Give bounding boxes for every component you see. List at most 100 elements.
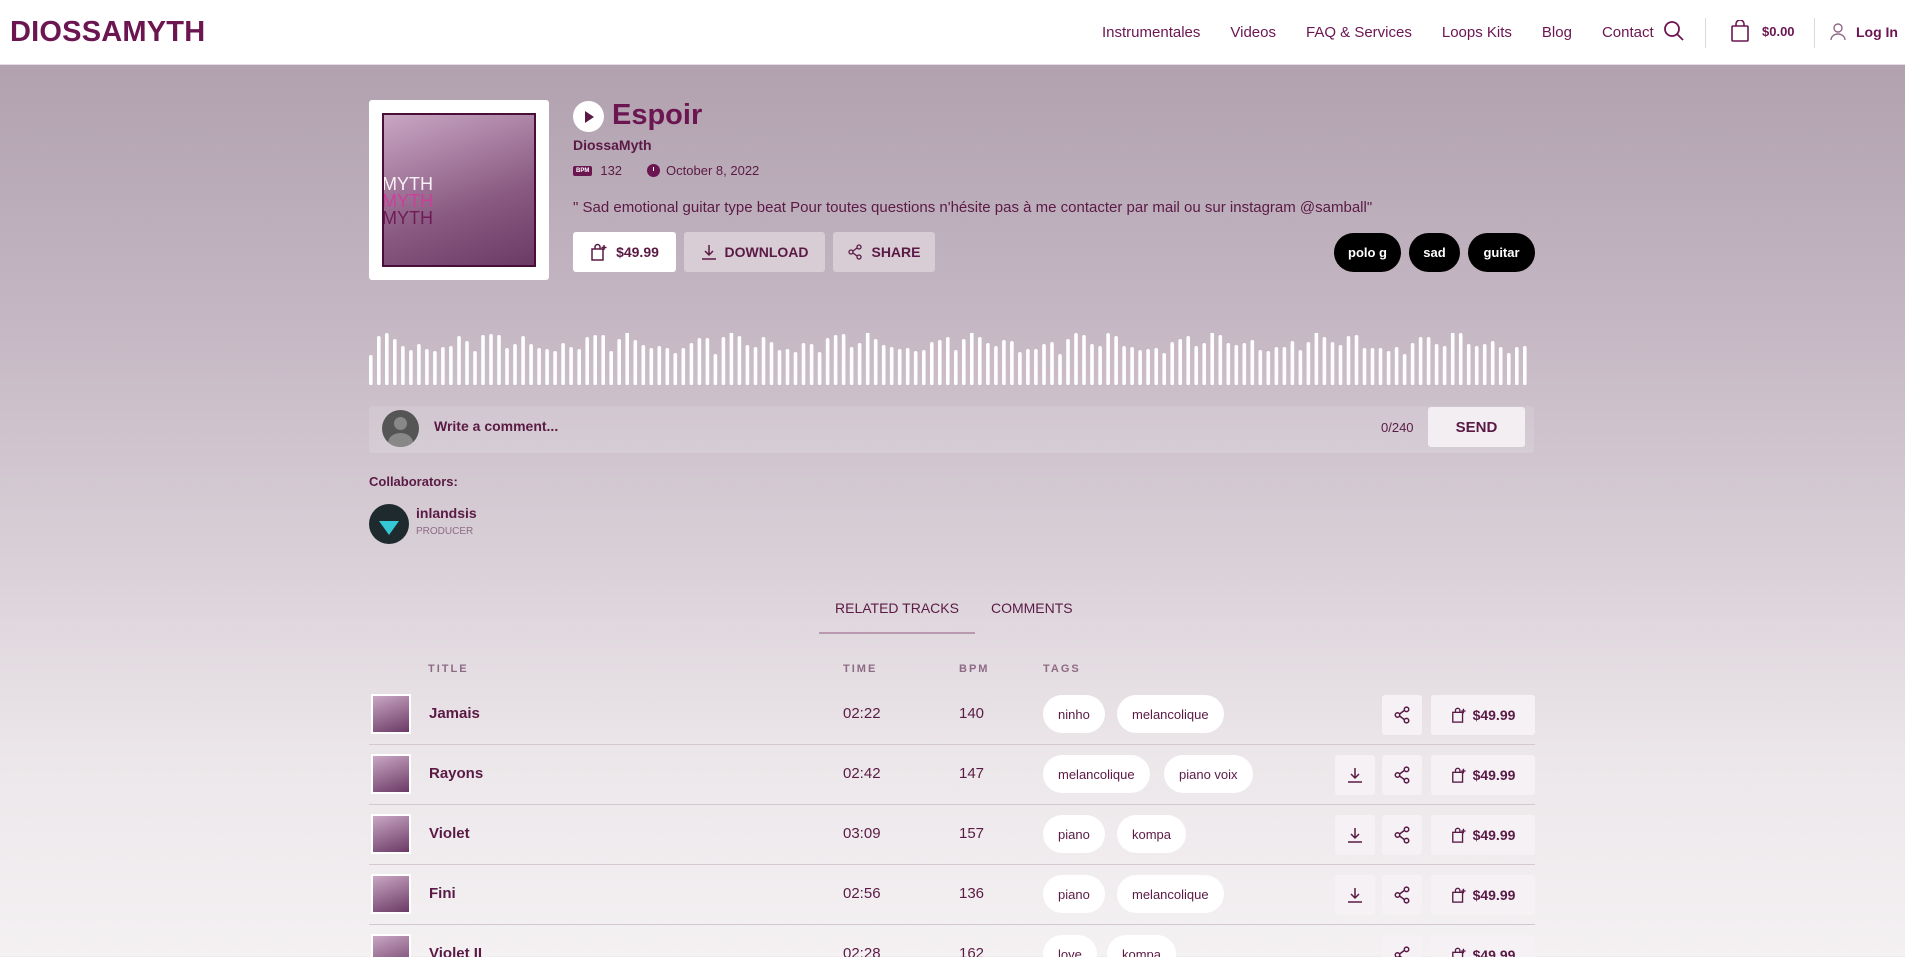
row-tag[interactable]: piano bbox=[1043, 815, 1105, 853]
row-share-button[interactable] bbox=[1382, 695, 1422, 735]
row-tag[interactable]: kompa bbox=[1107, 935, 1177, 957]
waveform-bar bbox=[1050, 342, 1054, 385]
nav-videos[interactable]: Videos bbox=[1230, 24, 1276, 41]
track-thumbnail[interactable] bbox=[371, 874, 411, 914]
waveform-bar bbox=[1018, 352, 1022, 385]
row-title[interactable]: Rayons bbox=[429, 765, 483, 782]
row-download-button[interactable] bbox=[1335, 755, 1375, 795]
waveform-bar bbox=[609, 351, 613, 385]
site-logo[interactable]: DIOSSAMYTH bbox=[10, 16, 205, 49]
cart-icon[interactable] bbox=[1730, 20, 1750, 42]
waveform-bar bbox=[1218, 335, 1223, 385]
row-download-button[interactable] bbox=[1335, 875, 1375, 915]
comment-char-count: 0/240 bbox=[1381, 420, 1414, 435]
track-thumbnail[interactable] bbox=[371, 754, 411, 794]
row-buy-button[interactable]: $49.99 bbox=[1431, 875, 1535, 915]
waveform-bar bbox=[529, 344, 533, 385]
row-title[interactable]: Jamais bbox=[429, 705, 480, 722]
cart-total[interactable]: $0.00 bbox=[1762, 24, 1795, 39]
row-title[interactable]: Fini bbox=[429, 885, 456, 902]
nav-contact[interactable]: Contact bbox=[1602, 24, 1654, 41]
row-share-button[interactable] bbox=[1382, 935, 1422, 957]
row-buy-button[interactable]: $49.99 bbox=[1431, 815, 1535, 855]
user-icon[interactable] bbox=[1830, 23, 1846, 41]
row-title[interactable]: Violet bbox=[429, 825, 470, 842]
row-title[interactable]: Violet II bbox=[429, 945, 482, 957]
table-row[interactable]: Fini 02:56 136 piano melancolique $49.99 bbox=[369, 865, 1535, 925]
track-artist[interactable]: DiossaMyth bbox=[573, 137, 652, 153]
row-download-button[interactable] bbox=[1335, 815, 1375, 855]
table-row[interactable]: Rayons 02:42 147 melancolique piano voix… bbox=[369, 745, 1535, 805]
waveform-bar bbox=[505, 348, 509, 385]
row-tag[interactable]: piano voix bbox=[1164, 755, 1253, 793]
track-cover: AMYTH AMYTH AMYTH bbox=[369, 100, 549, 280]
cart-add-icon bbox=[1451, 707, 1466, 723]
waveform-bar bbox=[1058, 354, 1062, 385]
waveform-bar bbox=[1515, 347, 1519, 385]
track-thumbnail[interactable] bbox=[371, 694, 411, 734]
cover-art-image: AMYTH AMYTH AMYTH bbox=[382, 113, 536, 267]
column-header-bpm: BPM bbox=[959, 663, 990, 675]
waveform-bar bbox=[1026, 349, 1030, 385]
nav-loops-kits[interactable]: Loops Kits bbox=[1442, 24, 1512, 41]
nav-faq-services[interactable]: FAQ & Services bbox=[1306, 24, 1412, 41]
search-icon[interactable] bbox=[1663, 20, 1685, 42]
waveform-bar bbox=[1106, 333, 1110, 385]
collaborator-avatar[interactable] bbox=[369, 504, 409, 544]
comment-input[interactable] bbox=[434, 418, 1134, 434]
waveform-bar bbox=[1394, 347, 1399, 385]
waveform-bar bbox=[930, 342, 934, 385]
row-tag[interactable]: love bbox=[1043, 935, 1097, 957]
clock-icon bbox=[647, 164, 661, 177]
waveform-bar bbox=[1386, 351, 1391, 385]
row-time: 02:22 bbox=[843, 705, 881, 722]
waveform-bar bbox=[1066, 339, 1070, 385]
tag-polo-g[interactable]: polo g bbox=[1334, 233, 1401, 272]
share-icon bbox=[848, 244, 863, 260]
row-time: 02:42 bbox=[843, 765, 881, 782]
waveform-bar bbox=[1490, 341, 1495, 385]
tag-sad[interactable]: sad bbox=[1409, 233, 1460, 272]
waveform-bar bbox=[1466, 344, 1471, 385]
row-tag[interactable]: kompa bbox=[1117, 815, 1187, 853]
waveform-bar bbox=[1346, 336, 1351, 385]
row-buy-button[interactable]: $49.99 bbox=[1431, 935, 1535, 957]
row-price: $49.99 bbox=[1472, 827, 1516, 843]
tab-related-tracks[interactable]: RELATED TRACKS bbox=[819, 600, 975, 634]
table-row[interactable]: Violet II 02:28 162 love kompa $49.99 bbox=[369, 925, 1535, 957]
share-button[interactable]: SHARE bbox=[833, 232, 935, 272]
download-button[interactable]: DOWNLOAD bbox=[684, 232, 825, 272]
collaborators-label: Collaborators: bbox=[369, 474, 458, 489]
collaborator-name[interactable]: inlandsis bbox=[416, 505, 477, 521]
row-tag[interactable]: ninho bbox=[1043, 695, 1105, 733]
row-tag[interactable]: piano bbox=[1043, 875, 1105, 913]
waveform-bar bbox=[721, 337, 726, 385]
login-link[interactable]: Log In bbox=[1856, 24, 1898, 40]
download-icon bbox=[1348, 828, 1362, 843]
nav-instrumentales[interactable]: Instrumentales bbox=[1102, 24, 1200, 41]
waveform-bar bbox=[585, 337, 589, 385]
waveform[interactable] bbox=[369, 333, 1531, 385]
row-tag[interactable]: melancolique bbox=[1117, 695, 1224, 733]
nav-blog[interactable]: Blog bbox=[1542, 24, 1572, 41]
waveform-bar bbox=[1162, 353, 1166, 385]
table-row[interactable]: Violet 03:09 157 piano kompa $49.99 bbox=[369, 805, 1535, 865]
play-button[interactable] bbox=[573, 101, 604, 132]
row-tag[interactable]: melancolique bbox=[1043, 755, 1150, 793]
track-thumbnail[interactable] bbox=[371, 814, 411, 854]
row-share-button[interactable] bbox=[1382, 875, 1422, 915]
row-share-button[interactable] bbox=[1382, 815, 1422, 855]
send-button[interactable]: SEND bbox=[1428, 407, 1525, 447]
tag-guitar[interactable]: guitar bbox=[1468, 233, 1535, 272]
track-thumbnail[interactable] bbox=[371, 934, 411, 957]
waveform-bar bbox=[465, 341, 469, 385]
buy-button[interactable]: $49.99 bbox=[573, 232, 676, 272]
tab-comments[interactable]: COMMENTS bbox=[975, 600, 1089, 634]
table-row[interactable]: Jamais 02:22 140 ninho melancolique $49.… bbox=[369, 685, 1535, 745]
row-share-button[interactable] bbox=[1382, 755, 1422, 795]
row-buy-button[interactable]: $49.99 bbox=[1431, 695, 1535, 735]
row-tag[interactable]: melancolique bbox=[1117, 875, 1224, 913]
row-bpm: 140 bbox=[959, 705, 985, 722]
row-buy-button[interactable]: $49.99 bbox=[1431, 755, 1535, 795]
waveform-bar bbox=[649, 348, 654, 385]
